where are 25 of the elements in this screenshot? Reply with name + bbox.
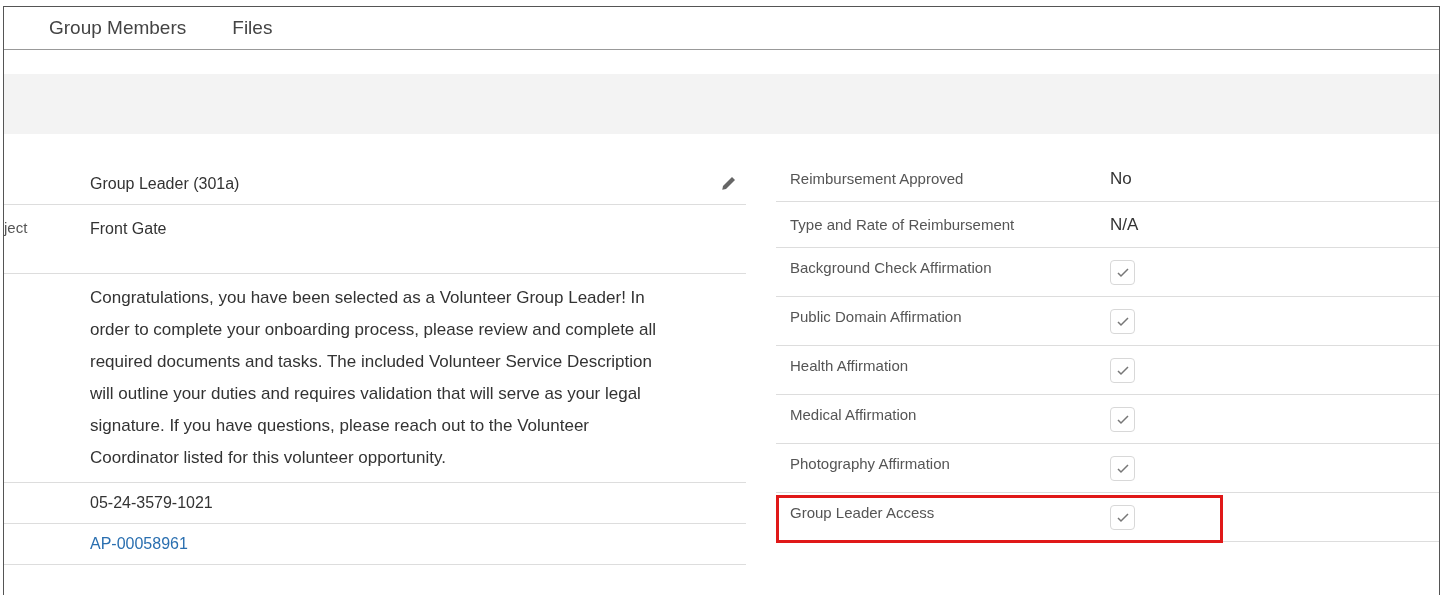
field-value: N/A [1110, 213, 1139, 236]
field-value: Group Leader (301a) [90, 174, 240, 194]
checkmark-icon [1116, 267, 1129, 278]
field-label: Type and Rate of Reimbursement [790, 215, 1015, 233]
field-label: Medical Affirmation [790, 406, 917, 423]
field-label: Background Check Affirmation [790, 259, 992, 276]
tab[interactable]: Group Members [49, 13, 187, 43]
checkmark-icon [1116, 414, 1129, 425]
field-label: Reimbursement Approved [790, 169, 964, 187]
field-value: No [1110, 167, 1132, 190]
record-link[interactable]: AP-00058961 [90, 532, 188, 556]
checkmark-icon [1116, 316, 1129, 327]
checkmark-icon [1116, 365, 1129, 376]
checkmark-icon [1116, 463, 1129, 474]
field-label: Health Affirmation [790, 357, 909, 374]
pencil-icon[interactable] [720, 174, 738, 192]
field-label: Photography Affirmation [790, 455, 950, 472]
field-value: Front Gate [90, 219, 167, 239]
field-label: ject [4, 218, 29, 238]
field-value: 05-24-3579-1021 [90, 493, 213, 513]
checkmark-icon [1116, 512, 1129, 523]
field-label: Group Leader Access [790, 504, 935, 521]
tab[interactable]: Files [232, 13, 273, 43]
description-text: Congratulations, you have been selected as a Volunteer Group Leader! In order to complete your onboarding process, please review and complete all required documents and tasks. The included Volunteer Service Description will outline your duties and requires validation that will serve as your legal signature. If you have questions, please reach out to the Volunteer Coordinator listed for this volunteer opportunity. [90, 287, 658, 469]
field-label: Public Domain Affirmation [790, 308, 962, 325]
